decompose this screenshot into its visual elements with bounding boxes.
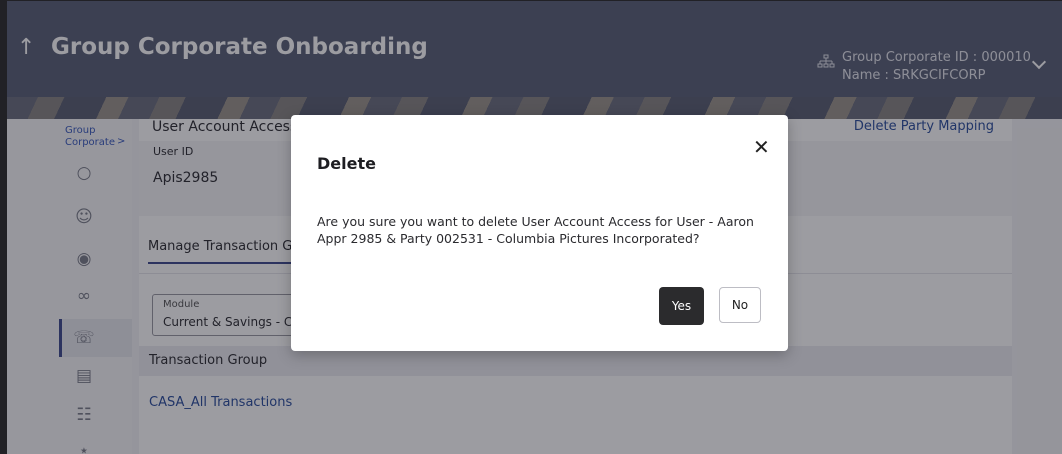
delete-dialog: Delete ✕ Are you sure you want to delete…	[291, 115, 788, 351]
yes-button[interactable]: Yes	[659, 287, 704, 325]
dialog-title: Delete	[317, 154, 376, 173]
no-button[interactable]: No	[719, 287, 761, 323]
close-icon[interactable]: ✕	[753, 137, 770, 157]
dialog-message: Are you sure you want to delete User Acc…	[317, 214, 754, 246]
